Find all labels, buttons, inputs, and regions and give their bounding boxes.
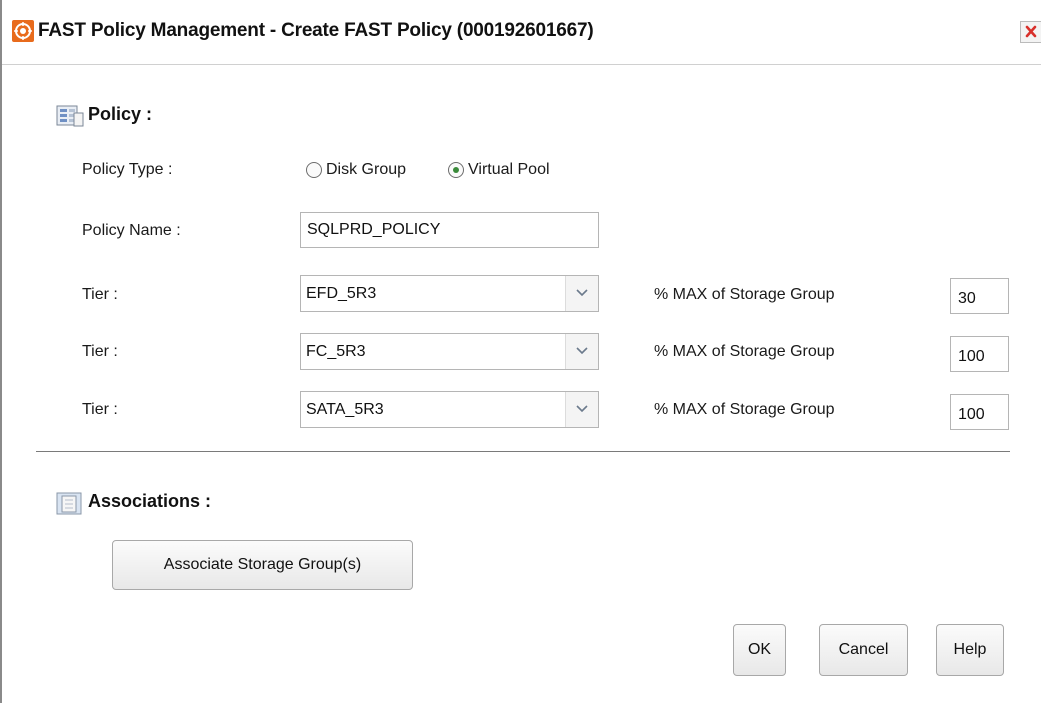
- policy-section-header: Policy :: [88, 104, 153, 124]
- tier-2-value: FC_5R3: [306, 343, 366, 360]
- policy-name-label: Policy Name :: [82, 222, 181, 239]
- tier-label: Tier :: [82, 286, 118, 303]
- tier-3-select[interactable]: SATA_5R3: [300, 391, 599, 428]
- section-divider: [36, 451, 1010, 452]
- associate-storage-groups-button[interactable]: Associate Storage Group(s): [112, 540, 413, 590]
- max-storage-group-label: % MAX of Storage Group: [654, 286, 835, 303]
- virtual-pool-radio-label[interactable]: Virtual Pool: [468, 161, 550, 179]
- close-button[interactable]: [1020, 21, 1041, 43]
- tier-2-select[interactable]: FC_5R3: [300, 333, 599, 370]
- cancel-button[interactable]: Cancel: [819, 624, 908, 676]
- title-bar: FAST Policy Management - Create FAST Pol…: [2, 0, 1041, 65]
- help-button[interactable]: Help: [936, 624, 1004, 676]
- chevron-down-icon[interactable]: [565, 276, 598, 311]
- create-fast-policy-dialog: FAST Policy Management - Create FAST Pol…: [0, 0, 1041, 703]
- app-logo-icon: [12, 20, 34, 42]
- tier-3-value: SATA_5R3: [306, 401, 384, 418]
- policy-type-label: Policy Type :: [82, 161, 173, 178]
- chevron-down-icon[interactable]: [565, 392, 598, 427]
- associations-section-header: Associations :: [88, 491, 212, 511]
- window-title: FAST Policy Management - Create FAST Pol…: [38, 20, 594, 41]
- virtual-pool-radio[interactable]: [448, 162, 464, 178]
- tier-2-max-input[interactable]: 100: [950, 336, 1009, 372]
- policy-name-input[interactable]: SQLPRD_POLICY: [300, 212, 599, 248]
- tier-1-select[interactable]: EFD_5R3: [300, 275, 599, 312]
- chevron-down-icon[interactable]: [565, 334, 598, 369]
- policy-form-icon: [56, 104, 84, 133]
- tier-1-max-input[interactable]: 30: [950, 278, 1009, 314]
- tier-label: Tier :: [82, 343, 118, 360]
- tier-3-max-input[interactable]: 100: [950, 394, 1009, 430]
- tier-label: Tier :: [82, 401, 118, 418]
- max-storage-group-label: % MAX of Storage Group: [654, 343, 835, 360]
- disk-group-radio-label[interactable]: Disk Group: [326, 161, 406, 179]
- disk-group-radio[interactable]: [306, 162, 322, 178]
- tier-1-value: EFD_5R3: [306, 285, 377, 302]
- max-storage-group-label: % MAX of Storage Group: [654, 401, 835, 418]
- ok-button[interactable]: OK: [733, 624, 786, 676]
- close-icon: [1021, 25, 1041, 42]
- storage-group-icon: [56, 490, 84, 521]
